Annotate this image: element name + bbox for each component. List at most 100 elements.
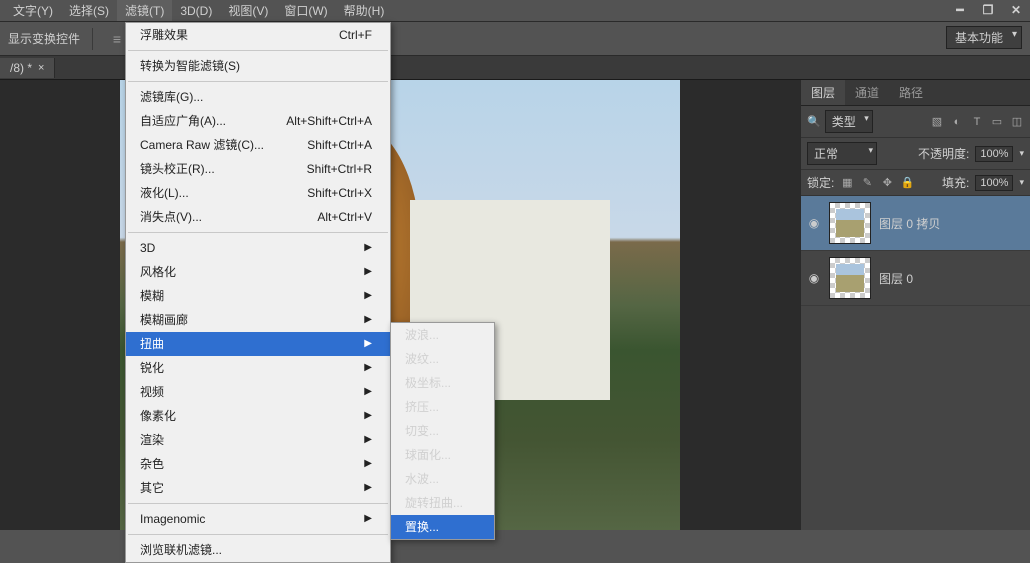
menu-item[interactable]: 镜头校正(R)...Shift+Ctrl+R [126, 157, 390, 181]
fill-value[interactable]: 100% [975, 175, 1013, 191]
menu-item[interactable]: 浮雕效果Ctrl+F [126, 23, 390, 47]
filter-adjust-icon[interactable]: ◐ [950, 115, 964, 129]
menu-text[interactable]: 文字(Y) [5, 0, 61, 21]
menu-item[interactable]: 扭曲 ▶ [126, 332, 390, 356]
menu-item[interactable]: 液化(L)... Shift+Ctrl+X [126, 181, 390, 205]
menu-item-label: 自适应广角(A)... [140, 113, 226, 129]
menu-item[interactable]: 其它▶ [126, 476, 390, 500]
menu-item[interactable]: 3D▶ [126, 236, 390, 260]
layer-name[interactable]: 图层 0 拷贝 [879, 215, 940, 232]
menu-item-shortcut: Shift+Ctrl+R [307, 161, 372, 177]
submenu-item[interactable]: 切变... [391, 419, 494, 443]
window-controls: ━ ❐ ✕ [946, 0, 1030, 20]
menu-item-label: 模糊画廊 [140, 312, 188, 328]
menu-item[interactable]: 渲染▶ [126, 428, 390, 452]
menu-filter[interactable]: 滤镜(T) [117, 0, 172, 21]
divider [92, 28, 93, 50]
menu-item[interactable]: 像素化▶ [126, 404, 390, 428]
menu-help[interactable]: 帮助(H) [336, 0, 393, 21]
lock-all-icon[interactable]: 🔒 [900, 176, 914, 190]
menu-separator [128, 534, 388, 535]
submenu-arrow-icon: ▶ [364, 336, 372, 352]
submenu-arrow-icon: ▶ [364, 264, 372, 280]
layer-thumbnail[interactable] [829, 202, 871, 244]
distort-submenu: 波浪... 波纹... 极坐标... 挤压... 切变... 球面化... 水波... 旋转扭… [390, 322, 495, 540]
submenu-item[interactable]: 极坐标... [391, 371, 494, 395]
submenu-item[interactable]: 球面化... [391, 443, 494, 467]
submenu-item[interactable]: 水波... [391, 467, 494, 491]
layer-filter-bar: 🔍 类型 ▧ ◐ T ▭ ◫ [801, 106, 1030, 138]
lock-transparency-icon[interactable]: ▦ [840, 176, 854, 190]
chevron-down-icon[interactable]: ▾ [1019, 177, 1024, 188]
menu-item[interactable]: 视频▶ [126, 380, 390, 404]
visibility-icon[interactable]: ◉ [807, 271, 821, 285]
submenu-item[interactable]: 挤压... [391, 395, 494, 419]
filter-type-icon[interactable]: T [970, 115, 984, 129]
menu-item[interactable]: 杂色▶ [126, 452, 390, 476]
opacity-label: 不透明度: [918, 145, 969, 162]
menu-3d[interactable]: 3D(D) [172, 2, 220, 20]
layer-kind-dropdown[interactable]: 类型 [825, 110, 873, 133]
layer-row[interactable]: ◉ 图层 0 拷贝 [801, 196, 1030, 251]
visibility-icon[interactable]: ◉ [807, 216, 821, 230]
menu-item-label: 液化(L)... [140, 185, 189, 201]
menu-item[interactable]: 消失点(V)...Alt+Ctrl+V [126, 205, 390, 229]
menu-separator [128, 50, 388, 51]
submenu-item[interactable]: 波纹... [391, 347, 494, 371]
submenu-item-label: 旋转扭曲... [405, 495, 463, 511]
menu-item[interactable]: 转换为智能滤镜(S) [126, 54, 390, 78]
menu-item[interactable]: Camera Raw 滤镜(C)... Shift+Ctrl+A [126, 133, 390, 157]
menu-item-label: 3D [140, 240, 155, 256]
menu-select[interactable]: 选择(S) [61, 0, 117, 21]
menu-item[interactable]: 模糊画廊▶ [126, 308, 390, 332]
menu-item[interactable]: 自适应广角(A)... Alt+Shift+Ctrl+A [126, 109, 390, 133]
layer-row[interactable]: ◉ 图层 0 [801, 251, 1030, 306]
submenu-item[interactable]: 波浪... [391, 323, 494, 347]
submenu-item-label: 球面化... [405, 447, 451, 463]
submenu-item-label: 挤压... [405, 399, 439, 415]
tab-channels[interactable]: 通道 [845, 80, 889, 105]
filter-pixel-icon[interactable]: ▧ [930, 115, 944, 129]
submenu-arrow-icon: ▶ [364, 408, 372, 424]
menu-item-shortcut: Alt+Shift+Ctrl+A [286, 113, 372, 129]
filter-menu: 浮雕效果Ctrl+F转换为智能滤镜(S)滤镜库(G)...自适应广角(A)...… [125, 22, 391, 563]
submenu-item-label: 波纹... [405, 351, 439, 367]
menu-item[interactable]: 锐化▶ [126, 356, 390, 380]
filter-smart-icon[interactable]: ◫ [1010, 115, 1024, 129]
submenu-arrow-icon: ▶ [364, 456, 372, 472]
right-panel: 图层 通道 路径 🔍 类型 ▧ ◐ T ▭ ◫ 正常 不透明度: 100% ▾ … [800, 80, 1030, 530]
submenu-arrow-icon: ▶ [364, 432, 372, 448]
close-tab-icon[interactable]: × [38, 62, 44, 74]
menu-item-label: 视频 [140, 384, 164, 400]
menu-item[interactable]: Imagenomic▶ [126, 507, 390, 531]
menu-item-shortcut: Shift+Ctrl+A [307, 137, 372, 153]
chevron-down-icon[interactable]: ▾ [1019, 148, 1024, 159]
menu-item[interactable]: 浏览联机滤镜... [126, 538, 390, 562]
menu-item-label: 扭曲 [140, 336, 164, 352]
menu-item[interactable]: 滤镜库(G)... [126, 85, 390, 109]
submenu-item[interactable]: 旋转扭曲... [391, 491, 494, 515]
lock-pixels-icon[interactable]: ✎ [860, 176, 874, 190]
layer-thumbnail[interactable] [829, 257, 871, 299]
close-button[interactable]: ✕ [1002, 0, 1030, 20]
menu-item-shortcut: Shift+Ctrl+X [307, 185, 372, 201]
layer-name[interactable]: 图层 0 [879, 270, 913, 287]
blend-mode-dropdown[interactable]: 正常 [807, 142, 877, 165]
submenu-item[interactable]: 置换... [391, 515, 494, 539]
menu-item[interactable]: 风格化▶ [126, 260, 390, 284]
menu-item-label: Camera Raw 滤镜(C)... [140, 137, 264, 153]
menu-item[interactable]: 模糊▶ [126, 284, 390, 308]
tab-paths[interactable]: 路径 [889, 80, 933, 105]
menu-view[interactable]: 视图(V) [220, 0, 276, 21]
lock-position-icon[interactable]: ✥ [880, 176, 894, 190]
lock-label: 锁定: [807, 174, 834, 191]
menu-window[interactable]: 窗口(W) [276, 0, 335, 21]
minimize-button[interactable]: ━ [946, 0, 974, 20]
panel-tabs: 图层 通道 路径 [801, 80, 1030, 106]
document-tab[interactable]: /8) * × [0, 58, 55, 78]
workspace-selector[interactable]: 基本功能 [946, 26, 1022, 49]
maximize-button[interactable]: ❐ [974, 0, 1002, 20]
opacity-value[interactable]: 100% [975, 146, 1013, 162]
filter-shape-icon[interactable]: ▭ [990, 115, 1004, 129]
tab-layers[interactable]: 图层 [801, 80, 845, 105]
